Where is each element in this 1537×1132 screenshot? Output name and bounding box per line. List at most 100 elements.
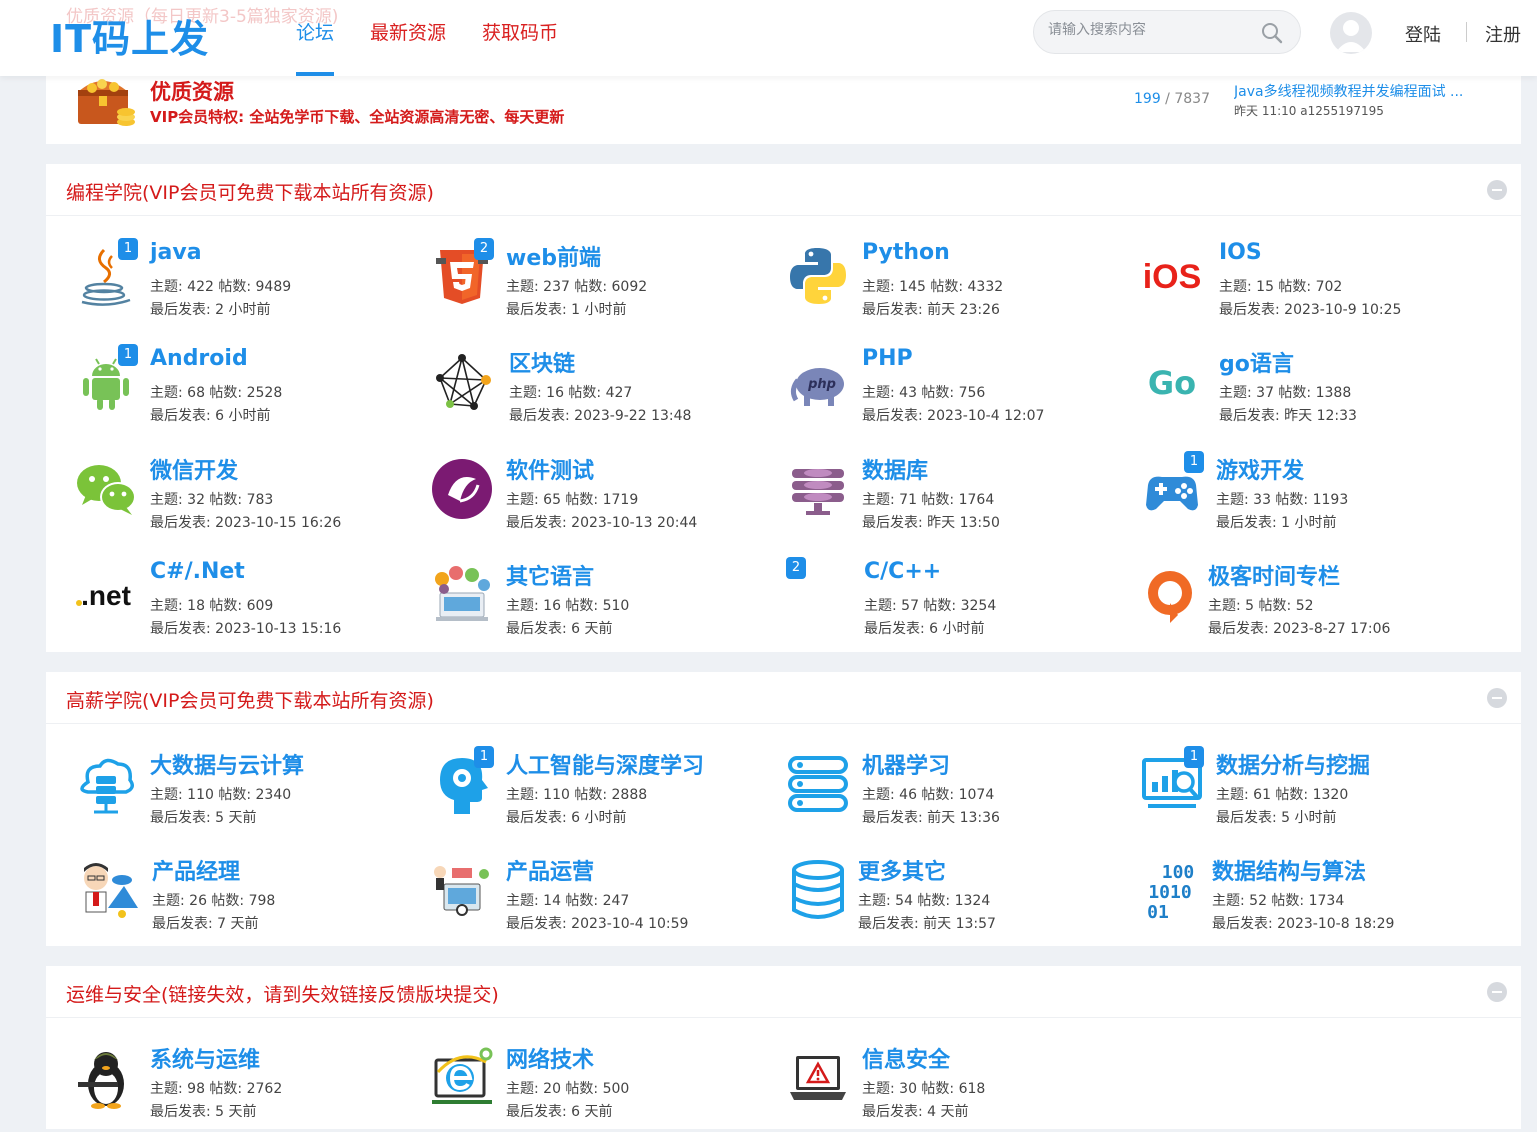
operations-icon[interactable]: [430, 858, 494, 922]
forum-item[interactable]: 1 Android 主题: 68 帖数: 2528 最后发表: 6 小时前: [74, 344, 424, 436]
forum-item[interactable]: 1 游戏开发 主题: 33 帖数: 1193 最后发表: 1 小时前: [1140, 451, 1490, 543]
forum-name-link[interactable]: 微信开发: [150, 453, 238, 485]
forum-name-link[interactable]: C/C++: [864, 559, 941, 584]
forum-item[interactable]: 区块链 主题: 16 帖数: 427 最后发表: 2023-9-22 13:48: [430, 346, 780, 436]
site-logo[interactable]: IT码上发: [50, 8, 209, 63]
forum-name-link[interactable]: 产品经理: [152, 854, 240, 886]
search-icon[interactable]: [1260, 21, 1284, 45]
new-posts-badge: 2: [786, 557, 806, 579]
forum-item[interactable]: 更多其它 主题: 54 帖数: 1324 最后发表: 前天 13:57: [786, 854, 1136, 944]
collapse-icon[interactable]: [1487, 982, 1507, 1002]
forum-name-link[interactable]: web前端: [506, 240, 601, 272]
forum-item[interactable]: 系统与运维 主题: 98 帖数: 2762 最后发表: 5 天前: [74, 1042, 424, 1132]
forum-item[interactable]: Go go语言 主题: 37 帖数: 1388 最后发表: 昨天 12:33: [1140, 346, 1490, 436]
product-manager-icon[interactable]: [74, 858, 138, 922]
forum-name-link[interactable]: IOS: [1219, 240, 1262, 265]
blockchain-icon[interactable]: [430, 350, 494, 414]
forum-name-link[interactable]: 系统与运维: [150, 1042, 260, 1074]
forum-item[interactable]: 1 人工智能与深度学习 主题: 110 帖数: 2888 最后发表: 6 小时前: [430, 746, 780, 838]
login-link[interactable]: 登陆: [1405, 21, 1441, 47]
nav-coins[interactable]: 获取码币: [482, 0, 558, 76]
binary-icon[interactable]: 100 1010 01: [1140, 858, 1204, 923]
forum-name-link[interactable]: 大数据与云计算: [150, 748, 304, 780]
geektime-icon[interactable]: [1140, 563, 1204, 627]
forum-name-link[interactable]: Python: [862, 240, 950, 265]
database-icon[interactable]: [786, 457, 850, 521]
server-stack-icon[interactable]: [786, 752, 850, 816]
forum-item[interactable]: 产品经理 主题: 26 帖数: 798 最后发表: 7 天前: [74, 854, 424, 944]
forum-item[interactable]: 网络技术 主题: 20 帖数: 500 最后发表: 6 天前: [430, 1042, 780, 1132]
go-icon[interactable]: Go: [1140, 350, 1204, 414]
python-icon[interactable]: [786, 244, 850, 308]
section-title[interactable]: 运维与安全(链接失效，请到失效链接反馈版块提交): [66, 980, 499, 1007]
section-title[interactable]: 高薪学院(VIP会员可免费下载本站所有资源): [66, 686, 434, 713]
forum-name-link[interactable]: 数据分析与挖掘: [1216, 748, 1370, 780]
nav-latest[interactable]: 最新资源: [370, 0, 446, 76]
forum-name-link[interactable]: 区块链: [509, 346, 575, 378]
promo-title[interactable]: 优质资源: [150, 76, 234, 106]
forum-name-link[interactable]: 极客时间专栏: [1208, 559, 1340, 591]
forum-name-link[interactable]: C#/.Net: [150, 559, 245, 584]
forum-name-link[interactable]: Android: [150, 346, 248, 371]
forum-item[interactable]: 大数据与云计算 主题: 110 帖数: 2340 最后发表: 5 天前: [74, 748, 424, 838]
ios-icon[interactable]: iOS: [1140, 244, 1204, 308]
languages-icon[interactable]: [430, 563, 494, 627]
collapse-icon[interactable]: [1487, 180, 1507, 200]
forum-item[interactable]: 2 C/C++ 主题: 57 帖数: 3254 最后发表: 6 小时前: [786, 557, 1136, 649]
forum-item[interactable]: 产品运营 主题: 14 帖数: 247 最后发表: 2023-10-4 10:59: [430, 854, 780, 944]
forum-name-link[interactable]: 其它语言: [506, 559, 594, 591]
dotnet-icon[interactable]: .net: [74, 563, 138, 627]
php-icon[interactable]: php: [786, 350, 850, 414]
forum-name-link[interactable]: 更多其它: [858, 854, 946, 886]
testing-icon[interactable]: [430, 457, 494, 521]
promo-latest-post-link[interactable]: Java多线程视频教程并发编程面试 ...: [1234, 81, 1484, 101]
forum-item[interactable]: 机器学习 主题: 46 帖数: 1074 最后发表: 前天 13:36: [786, 748, 1136, 838]
svg-text:php: php: [807, 377, 836, 392]
forum-name-link[interactable]: go语言: [1219, 346, 1294, 378]
register-link[interactable]: 注册: [1485, 21, 1521, 47]
forum-last-post: 最后发表: 5 小时前: [1216, 810, 1337, 826]
section-title[interactable]: 编程学院(VIP会员可免费下载本站所有资源): [66, 178, 434, 205]
forum-item[interactable]: 极客时间专栏 主题: 5 帖数: 52 最后发表: 2023-8-27 17:06: [1140, 559, 1490, 649]
search-input[interactable]: [1048, 22, 1248, 38]
forum-item[interactable]: 微信开发 主题: 32 帖数: 783 最后发表: 2023-10-15 16:26: [74, 453, 424, 543]
laptop-alert-icon[interactable]: [786, 1046, 850, 1110]
forum-item[interactable]: iOS IOS 主题: 15 帖数: 702 最后发表: 2023-10-9 10:2…: [1140, 240, 1490, 330]
forum-name-link[interactable]: 网络技术: [506, 1042, 594, 1074]
user-avatar-icon[interactable]: [1330, 12, 1372, 54]
collapse-icon[interactable]: [1487, 688, 1507, 708]
forum-name-link[interactable]: 数据结构与算法: [1212, 854, 1366, 886]
forum-name-link[interactable]: 人工智能与深度学习: [506, 748, 704, 780]
forum-item[interactable]: 2 web前端 主题: 237 帖数: 6092 最后发表: 1 小时前: [430, 238, 780, 330]
forum-item[interactable]: 信息安全 主题: 30 帖数: 618 最后发表: 4 天前: [786, 1042, 1136, 1132]
section-programming: 编程学院(VIP会员可免费下载本站所有资源) 1 java 主题: 422 帖数: …: [46, 164, 1521, 652]
forum-name-link[interactable]: 数据库: [862, 453, 928, 485]
treasure-chest-icon[interactable]: [72, 68, 138, 134]
forum-item[interactable]: 100 1010 01 数据结构与算法 主题: 52 帖数: 1734 最后发表: 202…: [1140, 854, 1490, 944]
ie-network-icon[interactable]: [430, 1046, 494, 1110]
forum-name-link[interactable]: PHP: [862, 346, 913, 371]
forum-name-link[interactable]: 游戏开发: [1216, 453, 1304, 485]
wechat-icon[interactable]: [74, 457, 138, 521]
forum-item[interactable]: 1 数据分析与挖掘 主题: 61 帖数: 1320 最后发表: 5 小时前: [1140, 746, 1490, 838]
forum-item[interactable]: 数据库 主题: 71 帖数: 1764 最后发表: 昨天 13:50: [786, 453, 1136, 543]
forum-item[interactable]: 软件测试 主题: 65 帖数: 1719 最后发表: 2023-10-13 20:4…: [430, 453, 780, 543]
forum-name-link[interactable]: 软件测试: [506, 453, 594, 485]
section-ops-security: 运维与安全(链接失效，请到失效链接反馈版块提交) 系统与运维 主题: 98 帖数:…: [46, 966, 1521, 1129]
forum-name-link[interactable]: 机器学习: [862, 748, 950, 780]
nav-forum[interactable]: 论坛: [296, 0, 335, 76]
forum-item[interactable]: php PHP 主题: 43 帖数: 756 最后发表: 2023-10-4 12:0…: [786, 346, 1136, 436]
forum-item[interactable]: Python 主题: 145 帖数: 4332 最后发表: 前天 23:26: [786, 240, 1136, 330]
forum-last-post: 最后发表: 6 小时前: [864, 621, 985, 637]
cloud-server-icon[interactable]: [74, 752, 138, 816]
forum-name-link[interactable]: 产品运营: [506, 854, 594, 886]
forum-name-link[interactable]: java: [150, 240, 202, 265]
forum-name-link[interactable]: 信息安全: [862, 1042, 950, 1074]
linux-penguin-icon[interactable]: [74, 1046, 138, 1110]
forum-stats: 主题: 61 帖数: 1320: [1216, 787, 1349, 803]
forum-item[interactable]: 1 java 主题: 422 帖数: 9489 最后发表: 2 小时前: [74, 238, 424, 330]
forum-item[interactable]: 其它语言 主题: 16 帖数: 510 最后发表: 6 天前: [430, 559, 780, 649]
forum-item[interactable]: .net C#/.Net 主题: 18 帖数: 609 最后发表: 2023-10-1…: [74, 559, 424, 649]
forum-last-post: 最后发表: 2023-10-13 15:16: [150, 621, 342, 637]
db-cylinder-icon[interactable]: [786, 858, 850, 922]
